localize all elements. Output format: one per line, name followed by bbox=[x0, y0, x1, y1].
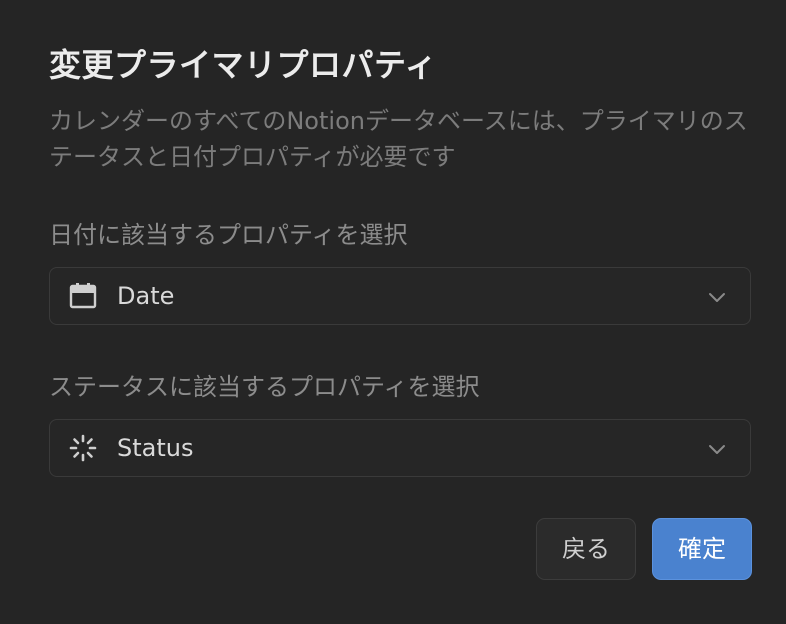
date-property-value: Date bbox=[117, 282, 175, 310]
status-property-value: Status bbox=[117, 434, 194, 462]
confirm-button[interactable]: 確定 bbox=[652, 518, 752, 580]
dialog-title: 変更プライマリプロパティ bbox=[49, 46, 438, 84]
status-property-label: ステータスに該当するプロパティを選択 bbox=[49, 373, 480, 401]
date-property-select[interactable]: Date bbox=[49, 267, 751, 325]
chevron-down-icon bbox=[708, 441, 726, 455]
back-button[interactable]: 戻る bbox=[536, 518, 636, 580]
date-property-label: 日付に該当するプロパティを選択 bbox=[49, 221, 408, 249]
status-spinner-icon bbox=[69, 434, 97, 462]
dialog-description: カレンダーのすべてのNotionデータベースには、プライマリのステータスと日付プ… bbox=[49, 107, 748, 171]
status-property-select[interactable]: Status bbox=[49, 419, 751, 477]
calendar-icon bbox=[69, 282, 97, 310]
chevron-down-icon bbox=[708, 289, 726, 303]
change-primary-property-dialog: 変更プライマリプロパティ カレンダーのすべてのNotionデータベースには、プラ… bbox=[0, 0, 786, 624]
